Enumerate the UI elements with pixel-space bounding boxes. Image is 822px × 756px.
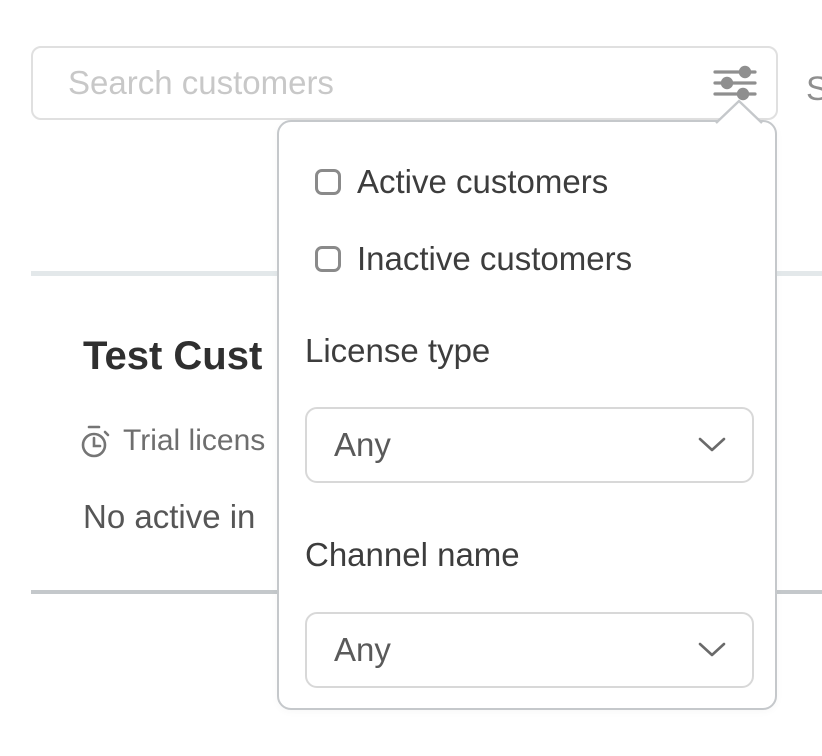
active-customers-checkbox[interactable] [315, 169, 341, 195]
search-input[interactable] [68, 50, 688, 116]
select-value: Any [334, 426, 391, 464]
sliders-icon [712, 64, 758, 102]
channel-name-label: Channel name [305, 536, 520, 574]
checkbox-label: Active customers [357, 163, 608, 201]
filter-option-active-customers[interactable]: Active customers [315, 163, 608, 201]
chevron-down-icon [698, 437, 726, 453]
checkbox-label: Inactive customers [357, 240, 632, 278]
stopwatch-icon [80, 422, 112, 460]
no-active-installations-text: No active in [83, 498, 255, 536]
license-type-text: Trial licens [123, 424, 265, 458]
customer-name: Test Cust [83, 334, 262, 378]
select-value: Any [334, 631, 391, 669]
popover-caret [715, 99, 763, 124]
right-edge-partial-label: S [806, 70, 822, 109]
search-customers-box [31, 46, 778, 120]
channel-name-select[interactable]: Any [305, 612, 754, 688]
inactive-customers-checkbox[interactable] [315, 246, 341, 272]
license-type-label: License type [305, 332, 490, 370]
chevron-down-icon [698, 642, 726, 658]
customers-page: Test Cust Trial licens No active in [0, 0, 822, 756]
filter-option-inactive-customers[interactable]: Inactive customers [315, 240, 632, 278]
license-row: Trial licens [80, 422, 265, 460]
filter-popover: Active customers Inactive customers Lice… [277, 120, 777, 710]
license-type-select[interactable]: Any [305, 407, 754, 483]
